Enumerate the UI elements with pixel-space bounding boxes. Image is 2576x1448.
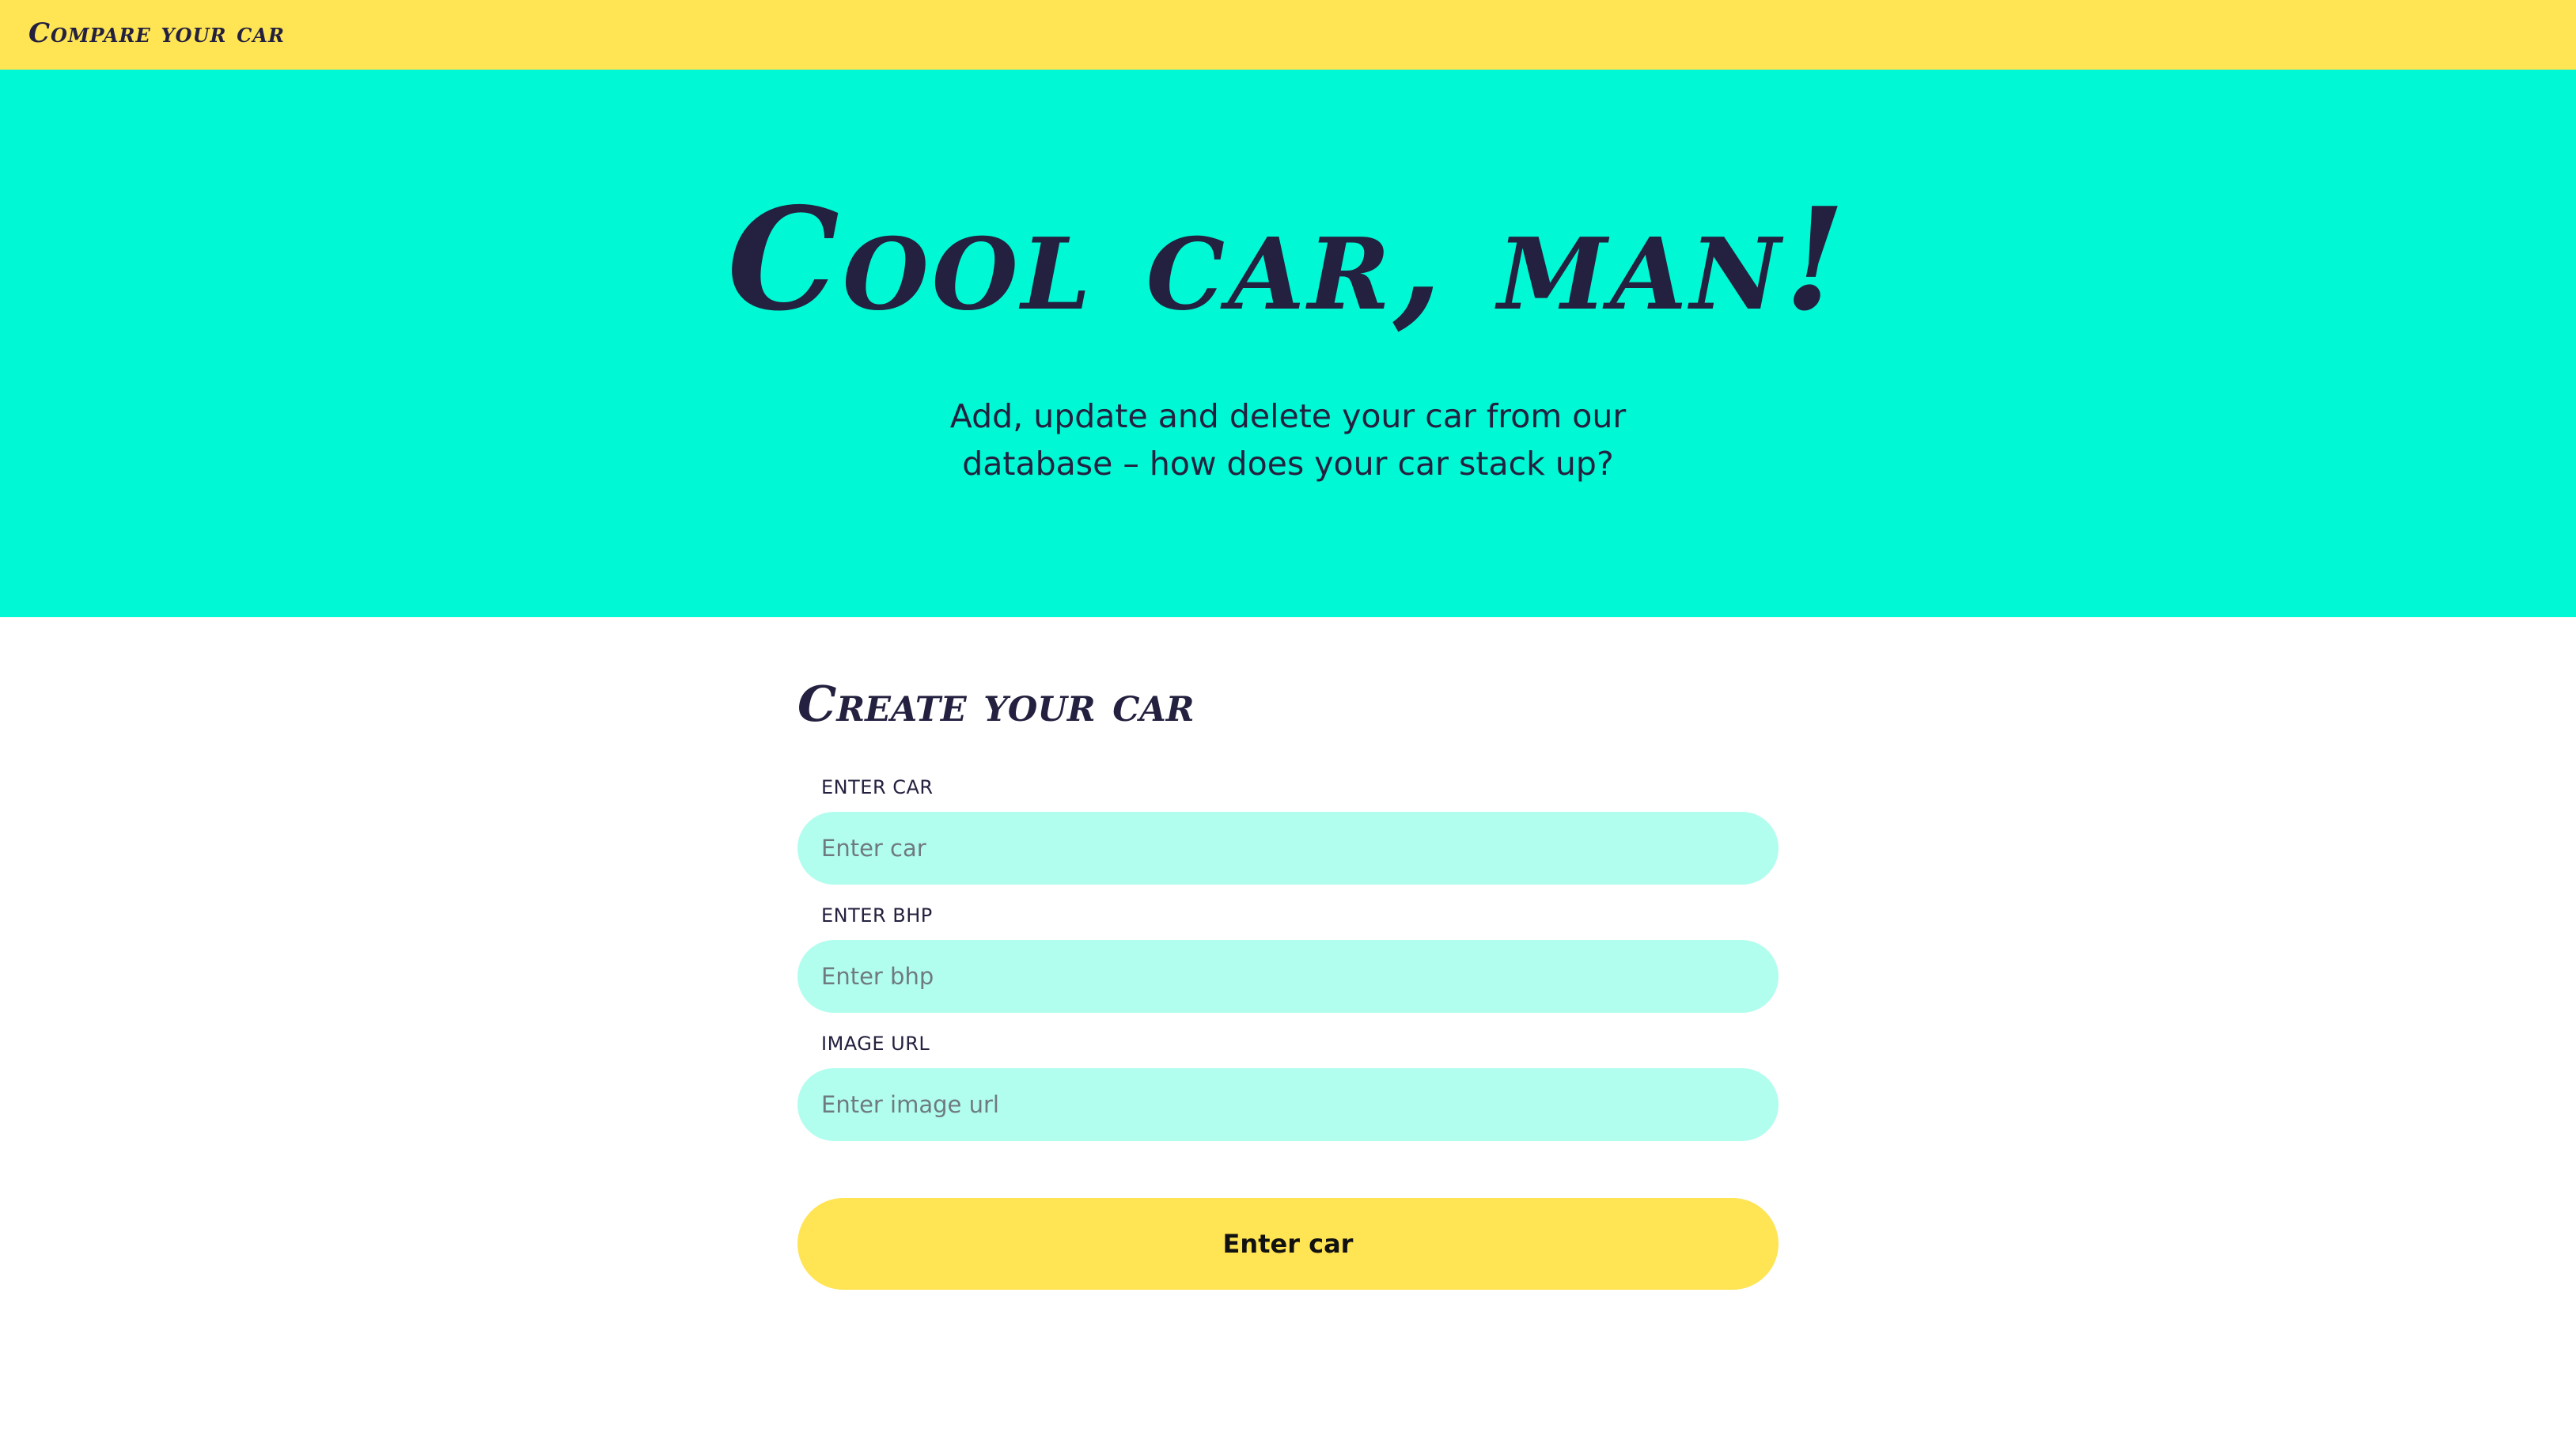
- bhp-label: ENTER BHP: [821, 904, 933, 927]
- bhp-input[interactable]: [797, 940, 1779, 1013]
- brand-logo-text[interactable]: Compare your car: [28, 17, 285, 49]
- image-url-input[interactable]: [797, 1068, 1779, 1141]
- top-nav-bar: Compare your car: [0, 0, 2576, 70]
- hero-title: Cool car, man!: [727, 176, 1849, 342]
- hero-subtitle: Add, update and delete your car from our…: [949, 397, 1627, 483]
- image-url-label: IMAGE URL: [821, 1033, 930, 1055]
- hero-section: Cool car, man! Add, update and delete yo…: [0, 70, 2576, 617]
- create-car-form: Create your car ENTER CAR ENTER BHP IMAG…: [797, 617, 1779, 1408]
- car-name-label: ENTER CAR: [821, 776, 934, 798]
- car-name-input[interactable]: [797, 812, 1779, 885]
- enter-car-button[interactable]: Enter car: [797, 1198, 1779, 1290]
- form-title: Create your car: [797, 675, 1195, 733]
